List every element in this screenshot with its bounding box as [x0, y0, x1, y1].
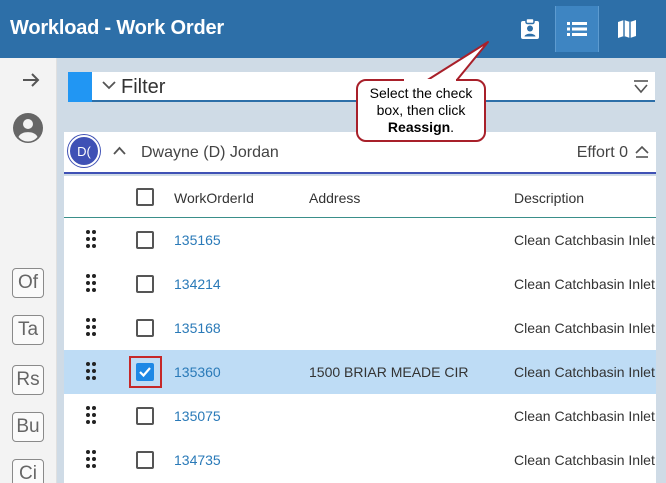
map-icon [618, 20, 636, 38]
callout-suffix: . [450, 119, 455, 135]
group-effort: Effort 0 [576, 144, 628, 161]
callout-seam [404, 79, 456, 83]
account-circle-icon[interactable] [12, 112, 44, 144]
row-checkbox[interactable] [136, 275, 154, 293]
work-order-id-link[interactable]: 135168 [174, 320, 221, 336]
table-row[interactable]: 134214 Clean Catchbasin Inlet [64, 262, 656, 306]
list-view-button[interactable] [555, 6, 599, 52]
rail-chip-ta[interactable]: Ta [12, 315, 44, 345]
arrow-right-icon[interactable] [22, 72, 40, 88]
description-cell: Clean Catchbasin Inlet [514, 364, 655, 380]
column-header-address[interactable]: Address [309, 190, 360, 206]
map-view-button[interactable] [605, 6, 649, 52]
description-cell: Clean Catchbasin Inlet [514, 276, 655, 292]
row-checkbox[interactable] [136, 231, 154, 249]
rail-chip-of[interactable]: Of [12, 268, 44, 298]
table-row[interactable]: 134735 Clean Catchbasin Inlet [64, 438, 656, 482]
description-cell: Clean Catchbasin Inlet [514, 232, 655, 248]
callout-reassign: Reassign [387, 119, 451, 135]
row-checkbox[interactable] [136, 319, 154, 337]
check-icon [139, 367, 151, 378]
work-order-id-link[interactable]: 134214 [174, 276, 221, 292]
group-name: Dwayne (D) Jordan [141, 144, 279, 161]
list-icon [567, 22, 587, 36]
assignment-ind-icon [521, 18, 539, 39]
filter-collapse-icon[interactable] [633, 80, 649, 94]
row-checkbox[interactable] [136, 363, 154, 381]
work-order-id-link[interactable]: 135165 [174, 232, 221, 248]
chevron-down-icon[interactable] [102, 81, 116, 90]
rail-chip-bu[interactable]: Bu [12, 412, 44, 442]
description-cell: Clean Catchbasin Inlet [514, 408, 655, 424]
app-header: Workload - Work Order [0, 0, 666, 58]
drag-handle-icon[interactable] [86, 450, 96, 468]
description-cell: Clean Catchbasin Inlet [514, 320, 655, 336]
drag-handle-icon[interactable] [86, 406, 96, 424]
filter-color-swatch [68, 72, 92, 102]
left-rail: Of Ta Rs Bu Ci [0, 58, 57, 483]
description-cell: Clean Catchbasin Inlet [514, 452, 655, 468]
table-row[interactable]: 135168 Clean Catchbasin Inlet [64, 306, 656, 350]
table-row[interactable]: 135360 1500 BRIAR MEADE CIR Clean Catchbas… [64, 350, 656, 394]
assign-view-button[interactable] [508, 6, 552, 52]
table-header: WorkOrderId Address Description [64, 176, 656, 218]
work-order-table: WorkOrderId Address Description 135165 Cl… [64, 176, 656, 483]
drag-handle-icon[interactable] [86, 362, 96, 380]
drag-handle-icon[interactable] [86, 318, 96, 336]
callout-line-2: box, then click [376, 102, 466, 118]
rail-chip-ci[interactable]: Ci [12, 459, 44, 483]
work-order-id-link[interactable]: 135360 [174, 364, 221, 380]
collapse-caret-icon[interactable] [635, 146, 649, 158]
drag-handle-icon[interactable] [86, 274, 96, 292]
instruction-callout: Select the check box, then click Reassig… [356, 79, 486, 142]
table-row[interactable]: 135165 Clean Catchbasin Inlet [64, 218, 656, 262]
address-cell: 1500 BRIAR MEADE CIR [309, 364, 469, 380]
work-order-id-link[interactable]: 134735 [174, 452, 221, 468]
select-all-checkbox[interactable] [136, 188, 154, 206]
work-order-id-link[interactable]: 135075 [174, 408, 221, 424]
column-header-workorderid[interactable]: WorkOrderId [174, 190, 254, 206]
page-title: Workload - Work Order [10, 17, 224, 39]
callout-line-1: Select the check [369, 85, 473, 101]
column-header-description[interactable]: Description [514, 190, 584, 206]
rail-chip-rs[interactable]: Rs [12, 365, 44, 395]
row-checkbox[interactable] [136, 451, 154, 469]
row-checkbox[interactable] [136, 407, 154, 425]
group-avatar: D( [68, 135, 100, 167]
table-row[interactable]: 135075 Clean Catchbasin Inlet [64, 394, 656, 438]
chevron-up-icon[interactable] [113, 146, 126, 155]
callout-line-3: Reassign. [358, 119, 484, 136]
filter-label: Filter [121, 76, 166, 98]
drag-handle-icon[interactable] [86, 230, 96, 248]
